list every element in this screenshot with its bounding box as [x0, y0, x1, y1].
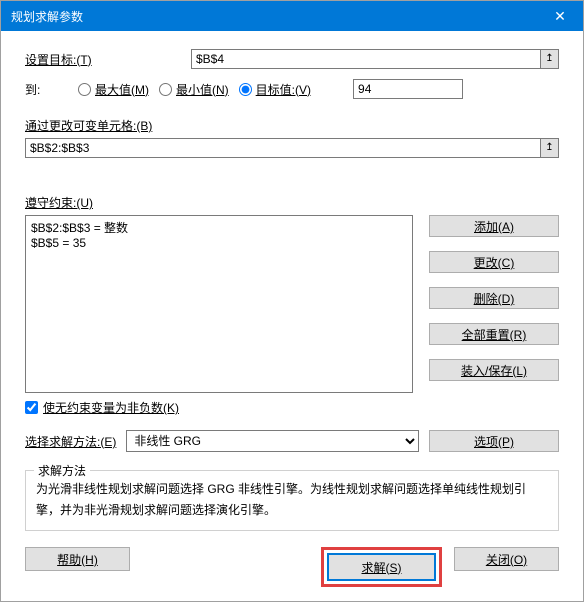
constraints-label: 遵守约束:(U) [25, 194, 559, 211]
radio-max-label[interactable]: 最大值(M) [78, 81, 149, 98]
radio-max[interactable] [78, 83, 91, 96]
delete-button[interactable]: 删除(D) [429, 287, 559, 309]
change-button[interactable]: 更改(C) [429, 251, 559, 273]
nonneg-label: 使无约束变量为非负数(K) [43, 399, 179, 416]
constraint-buttons: 添加(A) 更改(C) 删除(D) 全部重置(R) 装入/保存(L) [429, 215, 559, 393]
options-button[interactable]: 选项(P) [429, 430, 559, 452]
to-label: 到: [25, 81, 78, 98]
solver-dialog: 规划求解参数 ✕ 设置目标:(T) ↥ 到: 最大值(M) 最小值(N) 目标值… [0, 0, 584, 602]
set-target-label: 设置目标:(T) [25, 51, 191, 68]
target-cell-combo: ↥ [191, 49, 559, 69]
add-button[interactable]: 添加(A) [429, 215, 559, 237]
bottom-row: 帮助(H) 求解(S) 关闭(O) [25, 547, 559, 587]
radio-target-label[interactable]: 目标值:(V) [239, 81, 311, 98]
to-radios: 最大值(M) 最小值(N) 目标值:(V) [78, 81, 318, 98]
by-changing-label: 通过更改可变单元格:(B) [25, 117, 559, 134]
options-wrap: 选项(P) [429, 430, 559, 452]
changing-cells-picker-icon[interactable]: ↥ [541, 138, 559, 158]
bottom-left: 帮助(H) [25, 547, 130, 587]
target-cell-picker-icon[interactable]: ↥ [541, 49, 559, 69]
target-cell-input[interactable] [191, 49, 541, 69]
bottom-right: 求解(S) 关闭(O) [321, 547, 559, 587]
method-row: 选择求解方法:(E) 非线性 GRG 选项(P) [25, 430, 559, 452]
method-group-legend: 求解方法 [34, 462, 90, 479]
close-icon[interactable]: ✕ [537, 1, 583, 31]
constraints-row: $B$2:$B$3 = 整数 $B$5 = 35 添加(A) 更改(C) 删除(… [25, 215, 559, 393]
select-method-label: 选择求解方法:(E) [25, 433, 116, 450]
nonneg-checkbox[interactable] [25, 401, 38, 414]
load-save-button[interactable]: 装入/保存(L) [429, 359, 559, 381]
method-select[interactable]: 非线性 GRG [126, 430, 419, 452]
close-button[interactable]: 关闭(O) [454, 547, 559, 571]
radio-min-label[interactable]: 最小值(N) [159, 81, 229, 98]
changing-cells-input[interactable] [25, 138, 541, 158]
method-description: 为光滑非线性规划求解问题选择 GRG 非线性引擎。为线性规划求解问题选择单纯线性… [36, 479, 548, 520]
titlebar: 规划求解参数 ✕ [1, 1, 583, 31]
reset-all-button[interactable]: 全部重置(R) [429, 323, 559, 345]
radio-min[interactable] [159, 83, 172, 96]
solve-highlight: 求解(S) [321, 547, 442, 587]
row-to: 到: 最大值(M) 最小值(N) 目标值:(V) [25, 79, 559, 99]
nonneg-checkbox-row[interactable]: 使无约束变量为非负数(K) [25, 399, 559, 416]
changing-cells-combo: ↥ [25, 138, 559, 176]
method-groupbox: 求解方法 为光滑非线性规划求解问题选择 GRG 非线性引擎。为线性规划求解问题选… [25, 470, 559, 531]
dialog-title: 规划求解参数 [11, 8, 537, 25]
constraints-list[interactable]: $B$2:$B$3 = 整数 $B$5 = 35 [25, 215, 413, 393]
target-value-input[interactable] [353, 79, 463, 99]
solve-button[interactable]: 求解(S) [327, 553, 436, 581]
help-button[interactable]: 帮助(H) [25, 547, 130, 571]
row-set-target: 设置目标:(T) ↥ [25, 49, 559, 69]
radio-target[interactable] [239, 83, 252, 96]
dialog-content: 设置目标:(T) ↥ 到: 最大值(M) 最小值(N) 目标值:(V) 通过更改… [1, 31, 583, 601]
